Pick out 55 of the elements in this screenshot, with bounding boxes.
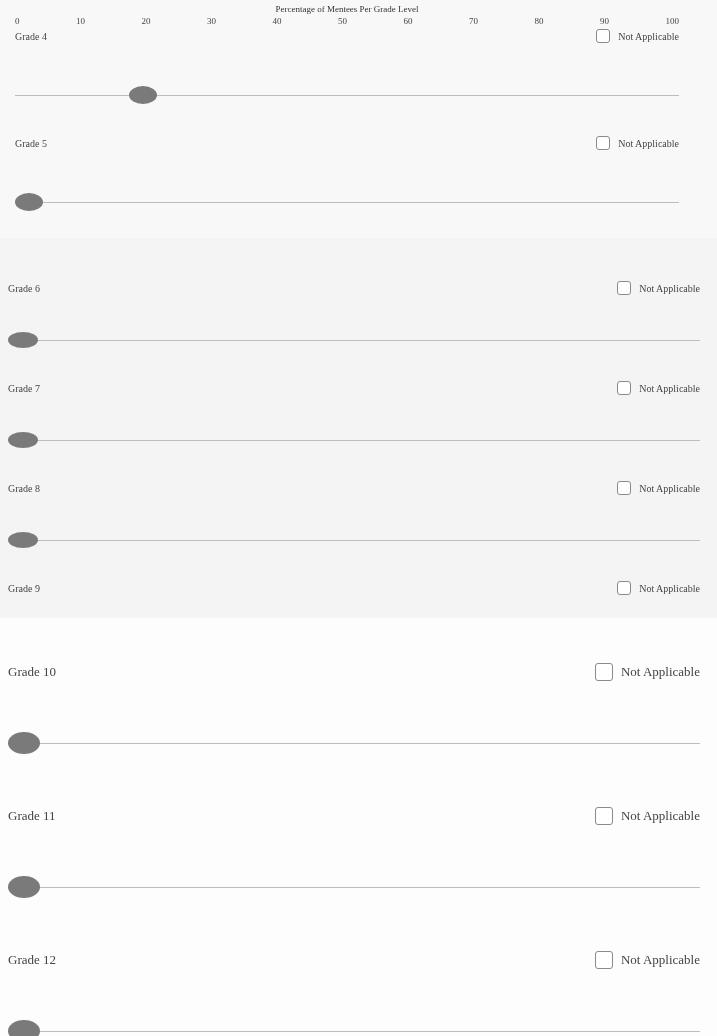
grade-label: Grade 11 [8,808,56,824]
checkbox[interactable] [596,29,611,43]
checkbox[interactable] [594,951,613,969]
grade-label: Grade 9 [8,582,40,594]
scale-tick: 50 [338,16,347,26]
checkbox[interactable] [617,281,632,295]
scale-tick: 90 [600,16,609,26]
slider-thumb[interactable] [129,86,158,104]
scale-tick: 0 [15,16,20,26]
checkbox[interactable] [617,481,632,495]
grade-label: Grade 10 [8,664,56,680]
grade-label: Grade 4 [15,30,47,42]
slider-thumb[interactable] [8,732,40,754]
scale-tick: 20 [141,16,151,26]
checkbox[interactable] [596,136,611,150]
scale-tick: 70 [469,16,478,26]
slider-thumb[interactable] [8,532,38,548]
checkbox-label[interactable]: Not Applicable [620,808,700,824]
slider-thumb[interactable] [8,432,38,448]
scale-title: Percentage of Mentees Per Grade Level [275,4,419,14]
checkbox-label[interactable]: Not Applicable [639,382,700,394]
slider-track[interactable] [8,1020,700,1036]
scale-tick: 100 [665,16,679,26]
checkbox-label[interactable]: Not Applicable [639,282,700,294]
slider-track[interactable] [8,432,700,448]
checkbox[interactable] [594,807,613,825]
grade-label: Grade 12 [8,952,56,968]
scale-tick: 10 [76,16,85,26]
slider-track[interactable] [15,193,679,211]
grade-label: Grade 7 [8,382,40,394]
grade-label: Grade 8 [8,482,40,494]
slider-thumb[interactable] [8,332,38,348]
slider-track[interactable] [15,86,679,104]
checkbox[interactable] [617,381,632,395]
grade-label: Grade 5 [15,137,47,149]
scale-tick: 80 [534,16,544,26]
checkbox-label[interactable]: Not Applicable [620,664,700,680]
slider-thumb[interactable] [8,1020,40,1036]
checkbox[interactable] [594,663,613,681]
slider-track[interactable] [8,532,700,548]
checkbox-label[interactable]: Not Applicable [618,137,679,149]
slider-thumb[interactable] [15,193,43,211]
checkbox-label[interactable]: Not Applicable [639,582,700,594]
slider-track[interactable] [8,876,700,898]
scale-tick: 60 [403,16,413,26]
checkbox-label[interactable]: Not Applicable [618,30,679,42]
slider-track[interactable] [8,732,700,754]
scale-tick: 30 [207,16,216,26]
scale-tick: 40 [272,16,282,26]
grade-label: Grade 6 [8,282,40,294]
checkbox-label[interactable]: Not Applicable [620,952,700,968]
checkbox-label[interactable]: Not Applicable [639,482,700,494]
checkbox[interactable] [617,581,632,595]
slider-thumb[interactable] [8,876,40,898]
slider-track[interactable] [8,332,700,348]
